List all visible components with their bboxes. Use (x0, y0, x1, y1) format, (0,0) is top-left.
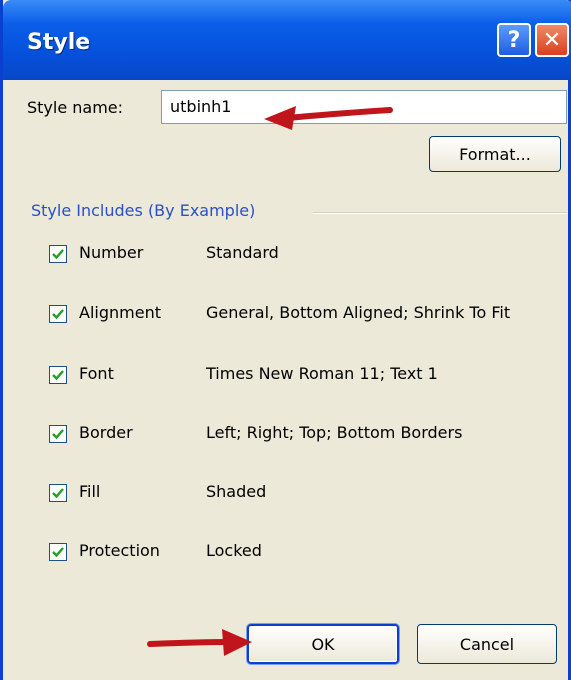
checkbox-number[interactable] (49, 245, 67, 263)
close-button[interactable]: ✕ (535, 23, 569, 57)
checkmark-icon (52, 429, 64, 440)
style-name-label: Style name: (27, 98, 124, 117)
checkbox-font[interactable] (49, 366, 67, 384)
cancel-button[interactable]: Cancel (417, 624, 557, 664)
option-value-alignment: General, Bottom Aligned; Shrink To Fit (206, 303, 511, 322)
annotation-arrow-icon (147, 629, 252, 656)
option-value-protection: Locked (206, 541, 262, 560)
dialog-title: Style (27, 30, 91, 55)
option-label-alignment: Alignment (79, 303, 161, 322)
option-value-fill: Shaded (206, 482, 267, 501)
checkmark-icon (52, 488, 64, 499)
format-button[interactable]: Format... (429, 136, 561, 172)
help-button[interactable]: ? (497, 23, 531, 57)
option-value-number: Standard (206, 243, 279, 262)
checkbox-border[interactable] (49, 425, 67, 443)
annotation-arrow-icon (264, 106, 393, 130)
option-label-number: Number (79, 243, 144, 262)
option-value-font: Times New Roman 11; Text 1 (206, 364, 438, 383)
ok-button[interactable]: OK (247, 624, 399, 664)
group-divider (313, 212, 567, 214)
option-label-border: Border (79, 423, 133, 442)
group-label: Style Includes (By Example) (31, 201, 264, 220)
checkmark-icon (52, 309, 64, 320)
option-label-font: Font (79, 364, 114, 383)
title-bar[interactable]: Style ? ✕ (3, 0, 571, 80)
checkmark-icon (52, 249, 64, 260)
option-value-border: Left; Right; Top; Bottom Borders (206, 423, 463, 442)
option-label-protection: Protection (79, 541, 160, 560)
checkmark-icon (52, 547, 64, 558)
checkmark-icon (52, 370, 64, 381)
checkbox-fill[interactable] (49, 484, 67, 502)
checkbox-protection[interactable] (49, 543, 67, 561)
option-label-fill: Fill (79, 482, 101, 501)
checkbox-alignment[interactable] (49, 305, 67, 323)
